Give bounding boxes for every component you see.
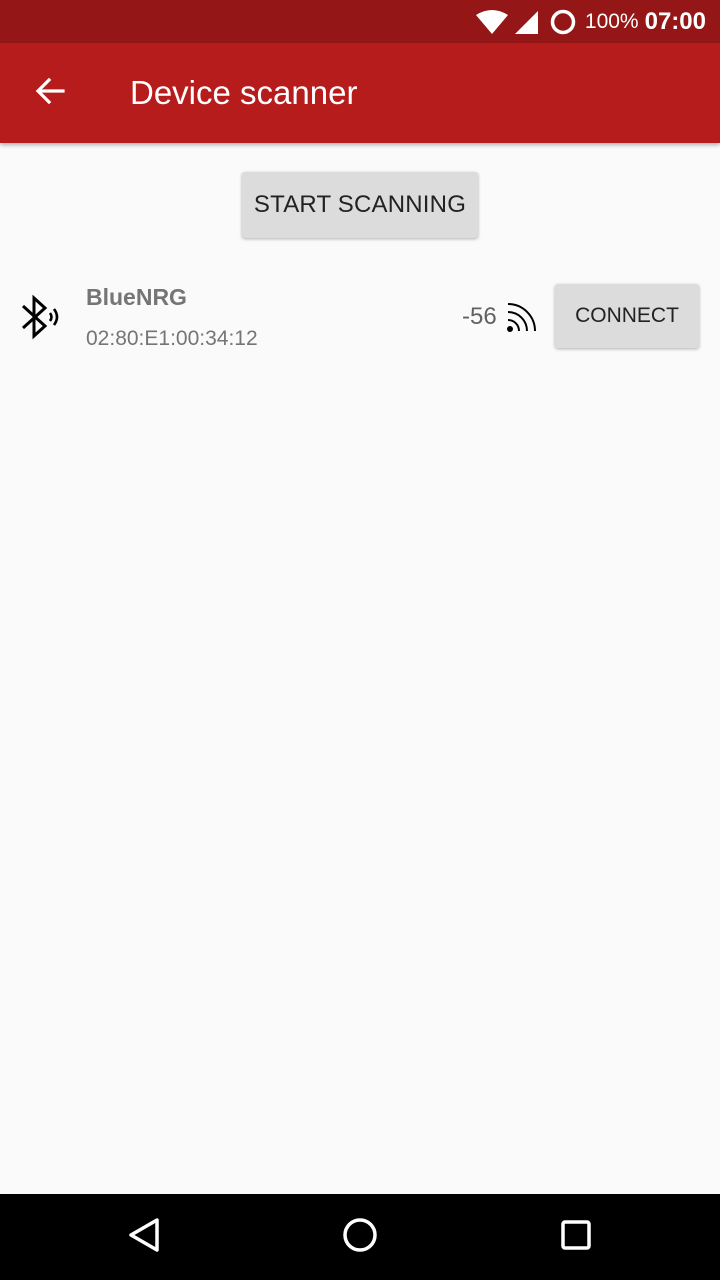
navigation-bar <box>0 1194 720 1280</box>
page-title: Device scanner <box>130 74 358 111</box>
nav-recents-button[interactable] <box>546 1207 606 1267</box>
nav-back-button[interactable] <box>114 1207 174 1267</box>
back-triangle-icon <box>127 1217 161 1258</box>
wifi-icon <box>475 9 509 35</box>
device-address: 02:80:E1:00:34:12 <box>86 327 258 350</box>
device-name: BlueNRG <box>86 284 187 310</box>
home-circle-icon <box>342 1217 378 1258</box>
device-list-item: BlueNRG 02:80:E1:00:34:12 -56 CONNECT <box>0 270 720 366</box>
recents-square-icon <box>560 1219 592 1256</box>
status-icons: 100% 07:00 <box>475 0 706 43</box>
nav-home-button[interactable] <box>330 1207 390 1267</box>
connect-button[interactable]: CONNECT <box>555 284 699 348</box>
battery-ring-icon <box>549 8 577 36</box>
bluetooth-searching-icon <box>18 294 62 347</box>
start-scanning-button[interactable]: START SCANNING <box>242 172 478 238</box>
status-bar: 100% 07:00 <box>0 0 720 43</box>
battery-percent: 100% <box>584 9 639 33</box>
cell-signal-icon <box>513 9 539 35</box>
clock: 07:00 <box>644 7 706 35</box>
app-bar: Device scanner <box>0 43 720 143</box>
rssi-value: -56 <box>462 303 497 330</box>
rss-signal-icon <box>505 300 541 339</box>
arrow-back-icon <box>34 75 66 112</box>
back-button[interactable] <box>22 65 78 121</box>
